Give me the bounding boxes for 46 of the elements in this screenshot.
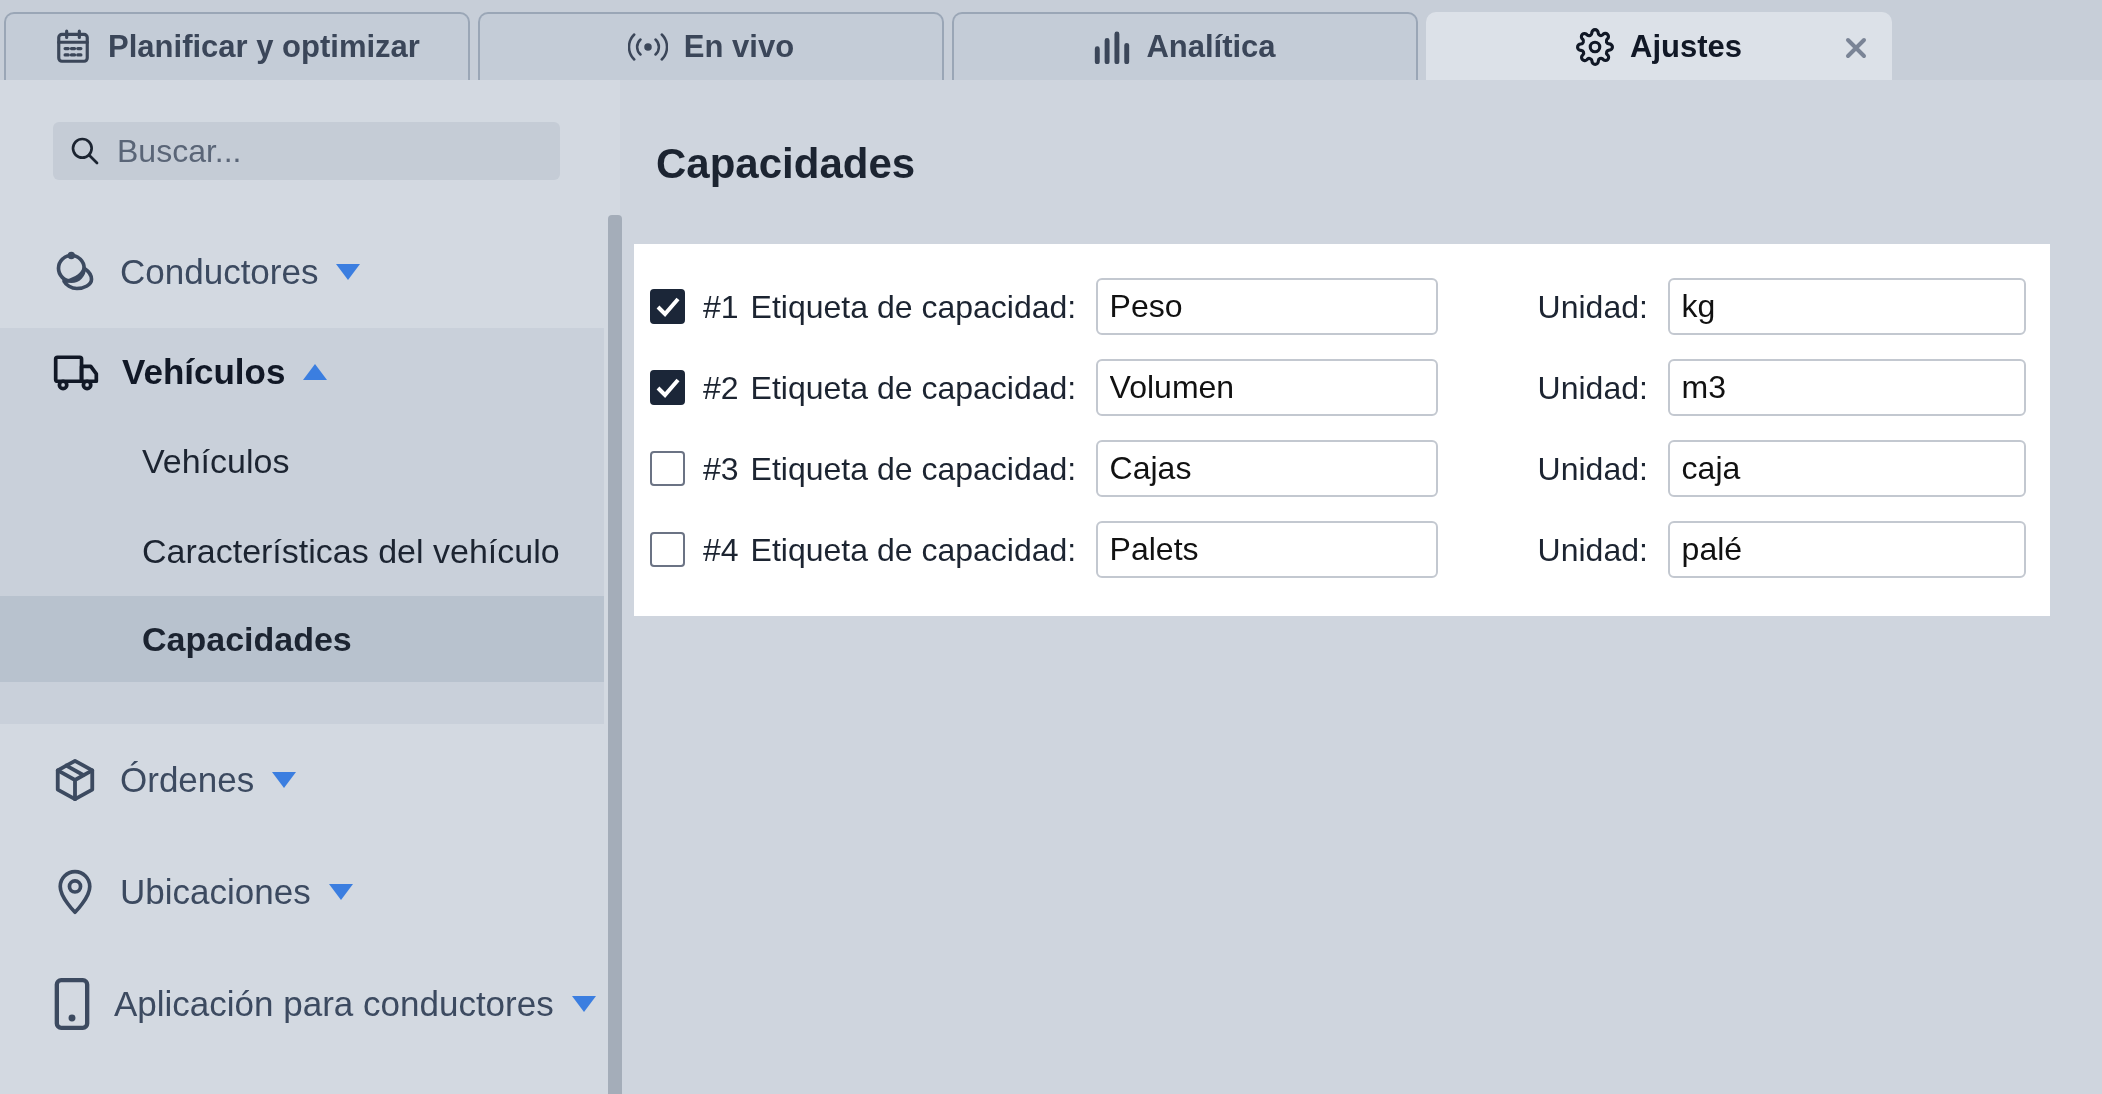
- sidebar-item[interactable]: Conductores: [0, 216, 604, 328]
- bar-chart-icon: [1094, 30, 1131, 64]
- sidebar-item[interactable]: Vehículos: [0, 328, 604, 416]
- sidebar-item[interactable]: Órdenes: [0, 724, 604, 836]
- caret-up-icon: [303, 364, 328, 380]
- input-field[interactable]: palé: [1667, 521, 2026, 578]
- caret-down-icon: [336, 264, 361, 280]
- checkbox[interactable]: [650, 532, 685, 567]
- sidebar-item[interactable]: Ubicaciones: [0, 836, 604, 948]
- row-number: #2: [703, 368, 739, 408]
- search-icon: [69, 135, 101, 167]
- tab[interactable]: Planificar y optimizar: [4, 12, 470, 80]
- close-icon[interactable]: [1844, 36, 1868, 60]
- phone-icon: [52, 978, 92, 1030]
- tab[interactable]: Analítica: [952, 12, 1418, 80]
- tab[interactable]: Ajustes: [1426, 12, 1892, 80]
- scrollbar[interactable]: [608, 215, 622, 1094]
- sidebar-subitem[interactable]: Capacidades: [0, 596, 604, 682]
- checkbox[interactable]: [650, 370, 685, 405]
- checkbox[interactable]: [650, 289, 685, 324]
- checkbox[interactable]: [650, 451, 685, 486]
- input-field[interactable]: kg: [1667, 278, 2026, 335]
- field-label: Etiqueta de capacidad:: [750, 530, 1078, 570]
- input-field[interactable]: Peso: [1095, 278, 1438, 335]
- input-field[interactable]: Volumen: [1095, 359, 1438, 416]
- input-field[interactable]: Palets: [1095, 521, 1438, 578]
- row-number: #3: [703, 449, 739, 489]
- row-number: #4: [703, 530, 739, 570]
- field-label: Etiqueta de capacidad:: [750, 449, 1078, 489]
- caret-down-icon: [571, 996, 596, 1012]
- field-label: Etiqueta de capacidad:: [750, 368, 1078, 408]
- row-number: #1: [703, 287, 739, 327]
- input-field[interactable]: caja: [1667, 440, 2026, 497]
- input-field[interactable]: m3: [1667, 359, 2026, 416]
- settings-icon: [1576, 28, 1614, 66]
- search-field[interactable]: Buscar...: [53, 122, 560, 180]
- broadcast-icon: [627, 32, 668, 62]
- sidebar-subitem[interactable]: Vehículos: [0, 416, 604, 506]
- sidebar-subitem[interactable]: Características del vehículo: [0, 506, 604, 596]
- tab[interactable]: En vivo: [478, 12, 944, 80]
- page-title: Capacidades: [656, 139, 917, 189]
- input-field[interactable]: Cajas: [1095, 440, 1438, 497]
- sidebar-item[interactable]: Aplicación para conductores: [0, 948, 604, 1060]
- caret-down-icon: [328, 884, 353, 900]
- field-label: Etiqueta de capacidad:: [750, 287, 1078, 327]
- caret-down-icon: [272, 772, 297, 788]
